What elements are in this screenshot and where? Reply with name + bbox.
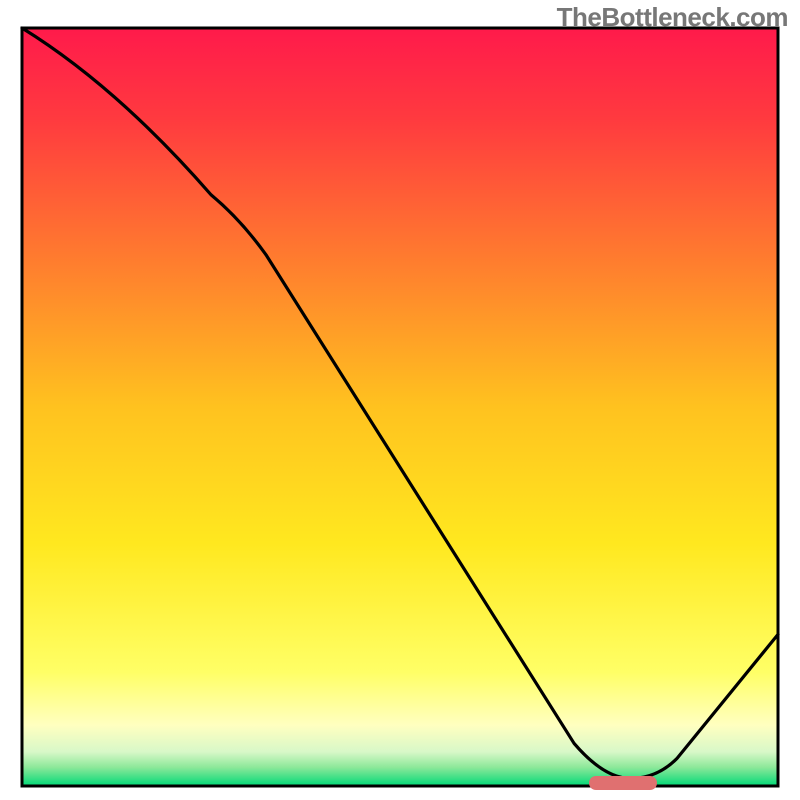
watermark-text: TheBottleneck.com	[557, 2, 788, 33]
gradient-background	[22, 28, 778, 786]
bottleneck-chart	[0, 0, 800, 800]
optimal-zone-marker	[589, 776, 657, 790]
chart-container: { "watermark": "TheBottleneck.com", "cha…	[0, 0, 800, 800]
